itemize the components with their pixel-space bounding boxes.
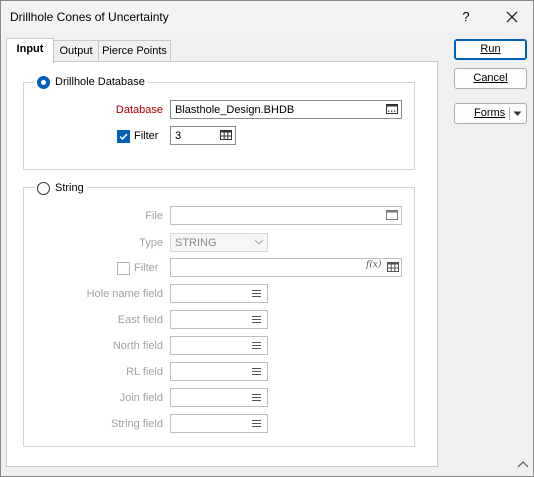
type-select[interactable]: STRING: [170, 233, 268, 252]
file-label: File: [145, 210, 163, 222]
string-option[interactable]: String: [35, 180, 87, 196]
hole-name-field-input[interactable]: [170, 284, 268, 303]
database-input[interactable]: Blasthole_Design.BHDB: [170, 100, 402, 119]
forms-button-label: Forms: [474, 107, 506, 119]
chevron-down-icon: [254, 239, 264, 245]
drillhole-database-label: Drillhole Database: [55, 76, 145, 88]
list-icon[interactable]: [252, 289, 261, 298]
list-icon[interactable]: [252, 341, 261, 350]
filter-checkbox[interactable]: [117, 130, 130, 143]
check-icon: [119, 133, 128, 140]
drillhole-database-radio[interactable]: [37, 75, 50, 89]
forms-divider: [509, 107, 510, 120]
rl-field-label: RL field: [126, 366, 163, 378]
string-field-input[interactable]: [170, 414, 268, 433]
string-radio[interactable]: [37, 181, 50, 195]
list-icon[interactable]: [252, 367, 261, 376]
database-label: Database: [115, 104, 163, 116]
join-field-label: Join field: [119, 392, 163, 404]
filter-value: 3: [175, 130, 182, 142]
close-icon: [506, 11, 518, 23]
forms-button[interactable]: Forms: [454, 103, 527, 124]
north-field-input[interactable]: [170, 336, 268, 355]
title-bar: Drillhole Cones of Uncertainty ?: [1, 1, 533, 33]
chevron-down-icon[interactable]: [513, 111, 522, 117]
tab-input[interactable]: Input: [6, 38, 54, 63]
dialog-window: Drillhole Cones of Uncertainty ? Input O…: [0, 0, 534, 477]
cancel-button-label: Cancel: [473, 72, 508, 84]
run-button[interactable]: Run: [454, 39, 527, 60]
window-title: Drillhole Cones of Uncertainty: [10, 10, 169, 24]
run-button-label: Run: [480, 43, 501, 55]
tab-panel-input: Drillhole Database Database Blasthole_De…: [6, 61, 438, 467]
list-icon[interactable]: [252, 315, 261, 324]
resize-grip-icon[interactable]: [517, 459, 529, 469]
file-input[interactable]: [170, 206, 402, 225]
browse-icon[interactable]: [386, 209, 398, 221]
type-label: Type: [139, 237, 163, 249]
browse-icon[interactable]: [386, 103, 398, 115]
cancel-button[interactable]: Cancel: [454, 68, 527, 89]
string-filter-checkbox[interactable]: [117, 262, 130, 275]
filter-label: Filter: [134, 130, 159, 142]
east-field-input[interactable]: [170, 310, 268, 329]
string-field-label: String field: [111, 418, 163, 430]
type-value: STRING: [175, 237, 217, 249]
string-filter-label: Filter: [134, 262, 159, 274]
list-icon[interactable]: [252, 393, 261, 402]
close-button[interactable]: [499, 5, 525, 29]
north-field-label: North field: [112, 340, 163, 352]
help-button[interactable]: ?: [455, 5, 477, 29]
list-icon[interactable]: [252, 419, 261, 428]
drillhole-database-option[interactable]: Drillhole Database: [35, 74, 148, 90]
filter-input[interactable]: 3: [170, 126, 236, 145]
table-icon[interactable]: [387, 261, 399, 273]
hole-name-field-label: Hole name field: [86, 288, 163, 300]
table-icon[interactable]: [220, 129, 232, 141]
string-label: String: [55, 182, 84, 194]
east-field-label: East field: [117, 314, 163, 326]
string-filter-input[interactable]: f(x): [170, 258, 402, 277]
database-value: Blasthole_Design.BHDB: [175, 104, 295, 116]
rl-field-input[interactable]: [170, 362, 268, 381]
join-field-input[interactable]: [170, 388, 268, 407]
fx-icon[interactable]: f(x): [366, 260, 381, 270]
tab-pierce-points[interactable]: Pierce Points: [98, 40, 171, 61]
tab-output[interactable]: Output: [52, 40, 100, 61]
